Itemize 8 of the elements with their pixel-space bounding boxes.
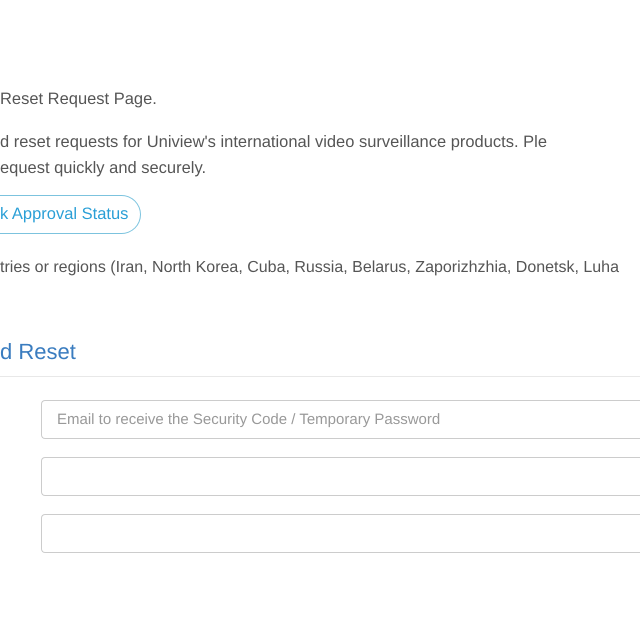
- email-field[interactable]: Email to receive the Security Code / Temporary Password: [41, 400, 640, 439]
- form-title: d Reset: [0, 337, 640, 377]
- notice-text: tries or regions (Iran, North Korea, Cuba, Russia, Belarus, Zaporizhzhia, Donetsk, Luha: [0, 258, 620, 278]
- intro-text: d reset requests for Uniview's international video surveillance products. Ple equest quickly and securely.: [0, 132, 548, 179]
- input-field[interactable]: [41, 514, 640, 553]
- approval-status-button[interactable]: k Approval Status: [0, 195, 142, 234]
- intro-text: Reset Request Page.: [0, 89, 158, 110]
- input-field[interactable]: [41, 457, 640, 496]
